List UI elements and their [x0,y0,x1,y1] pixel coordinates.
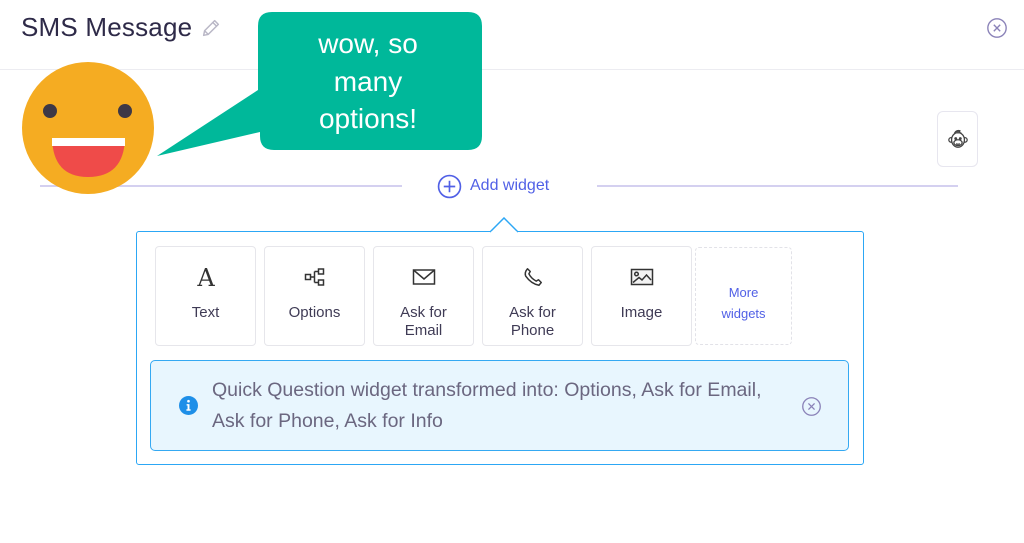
options-tree-icon [304,268,324,286]
plus-circle-icon [437,174,462,198]
widget-label: Ask for Email [400,304,447,339]
widget-tile-text[interactable]: A Text [155,246,256,346]
info-icon [179,396,198,415]
add-widget-label: Add widget [470,177,550,194]
phone-icon [524,268,542,286]
widget-tile-ask-email[interactable]: Ask for Email [373,246,474,346]
letter-a-icon: A [196,265,215,289]
widget-label: Options [288,304,341,321]
envelope-icon [412,269,435,285]
widget-label: Image [620,304,663,321]
close-icon[interactable] [986,17,1008,39]
bubble-line: many [333,65,403,97]
more-widgets-label: More widgets [721,285,766,321]
close-icon[interactable] [801,396,822,417]
divider-right [597,185,958,187]
bot-button[interactable] [937,111,978,167]
monkey-icon [947,129,968,148]
widget-label: Ask for Phone [509,304,556,339]
info-banner-text: Quick Question widget transformed into: … [212,379,762,432]
svg-text:A: A [196,265,215,289]
widget-label: Text [191,304,220,321]
widget-tile-ask-phone[interactable]: Ask for Phone [482,246,583,346]
add-widget-button[interactable]: Add widget [437,172,549,200]
image-icon [630,268,653,286]
more-widgets-button[interactable]: More widgets [695,247,792,345]
grinning-face-emoji [22,62,154,194]
widget-tile-options[interactable]: Options [264,246,365,346]
info-banner: Quick Question widget transformed into: … [150,360,849,451]
widget-tile-image[interactable]: Image [591,246,692,346]
bubble-line: wow, so [318,28,418,59]
bubble-line: options! [318,103,418,134]
popup-arrow [490,217,518,233]
speech-bubble-text: wow, so many options! [258,25,478,138]
